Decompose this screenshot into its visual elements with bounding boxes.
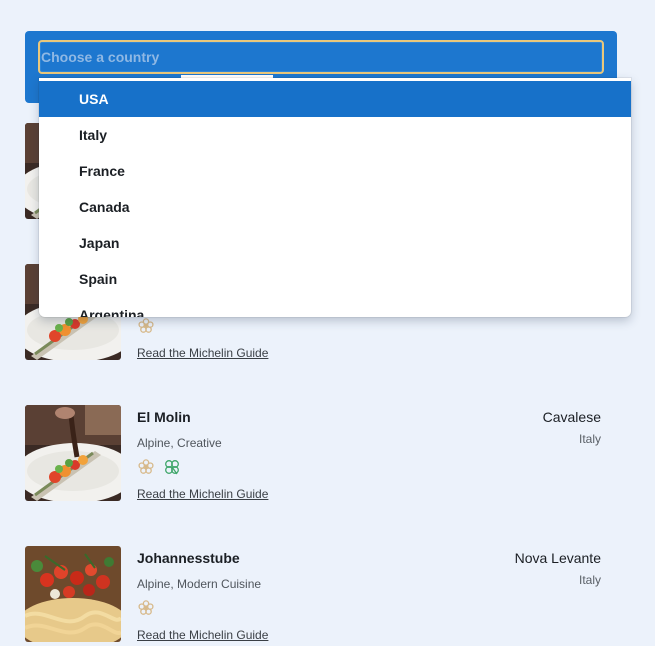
restaurant-row[interactable]: Johannesstube Alpine, Modern Cuisine Rea…	[25, 546, 615, 646]
pasta-tomato-photo[interactable]	[25, 546, 121, 642]
restaurant-cuisine: Alpine, Creative	[137, 436, 222, 450]
country-select-input[interactable]: Choose a country	[38, 40, 604, 74]
restaurant-name[interactable]: El Molin	[137, 409, 191, 425]
country-option-japan[interactable]: Japan	[39, 225, 631, 261]
country-dropdown-menu[interactable]: USA Italy France Canada Japan Spain Arge…	[39, 78, 631, 317]
restaurant-city: Nova Levante	[514, 550, 601, 566]
michelin-star-icon	[137, 317, 155, 335]
country-option-usa[interactable]: USA	[39, 81, 631, 117]
awards	[137, 317, 159, 335]
awards	[137, 458, 185, 476]
michelin-guide-link[interactable]: Read the Michelin Guide	[137, 628, 268, 642]
country-option-france[interactable]: France	[39, 153, 631, 189]
restaurant-city: Cavalese	[542, 409, 601, 425]
country-option-argentina[interactable]: Argentina	[39, 297, 631, 317]
dessert-plate-photo[interactable]	[25, 405, 121, 501]
michelin-star-icon	[137, 599, 155, 617]
restaurant-name[interactable]: Johannesstube	[137, 550, 240, 566]
restaurant-country: Italy	[578, 432, 601, 446]
country-option-italy[interactable]: Italy	[39, 117, 631, 153]
green-star-icon	[163, 458, 181, 476]
restaurant-country: Italy	[578, 573, 601, 587]
restaurant-cuisine: Alpine, Modern Cuisine	[137, 577, 262, 591]
awards	[137, 599, 159, 617]
country-option-canada[interactable]: Canada	[39, 189, 631, 225]
michelin-guide-link[interactable]: Read the Michelin Guide	[137, 487, 268, 501]
country-option-spain[interactable]: Spain	[39, 261, 631, 297]
michelin-guide-link[interactable]: Read the Michelin Guide	[137, 346, 268, 360]
restaurant-row[interactable]: El Molin Alpine, Creative Read the Miche…	[25, 405, 615, 505]
michelin-star-icon	[137, 458, 155, 476]
country-select-placeholder: Choose a country	[41, 49, 160, 65]
